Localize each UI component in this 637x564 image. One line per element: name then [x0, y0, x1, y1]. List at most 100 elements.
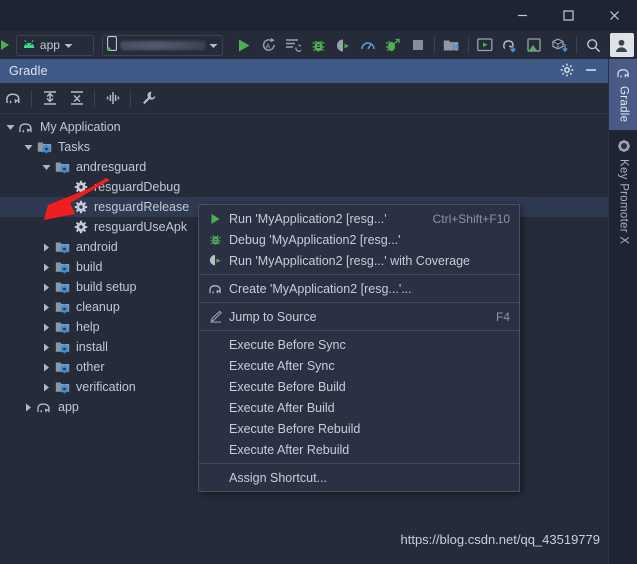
task-group-folder-icon [53, 257, 72, 277]
gear-task-icon [71, 197, 90, 217]
maximize-button[interactable] [545, 0, 591, 31]
chevron-down-icon[interactable] [209, 38, 218, 52]
toggle-offline-mode-button[interactable] [99, 83, 126, 113]
chevron-down-icon[interactable] [4, 117, 17, 137]
menu-item-label: Execute Before Rebuild [229, 421, 361, 436]
menu-item-assign-shortcut[interactable]: Assign Shortcut... [199, 467, 519, 488]
context-menu[interactable]: Run 'MyApplication2 [resg...' Ctrl+Shift… [198, 204, 520, 492]
search-icon[interactable] [581, 32, 606, 58]
collapse-all-button[interactable] [63, 83, 90, 113]
chevron-right-icon[interactable] [40, 257, 53, 277]
menu-separator [199, 302, 519, 303]
menu-item-shortcut: F4 [495, 309, 510, 324]
gradle-elephant-icon [35, 397, 54, 417]
panel-separator [94, 89, 95, 107]
menu-item-label: Execute After Build [229, 400, 335, 415]
gradle-panel-toolbar [0, 83, 608, 114]
chevron-right-icon[interactable] [40, 337, 53, 357]
menu-item-run[interactable]: Run 'MyApplication2 [resg...' Ctrl+Shift… [199, 208, 519, 229]
task-group-folder-icon [35, 137, 54, 157]
run-with-coverage-button[interactable] [331, 32, 356, 58]
task-group-folder-icon [53, 277, 72, 297]
menu-separator [199, 463, 519, 464]
menu-item-execute-after-build[interactable]: Execute After Build [199, 397, 519, 418]
menu-separator [199, 274, 519, 275]
menu-item-create[interactable]: Create 'MyApplication2 [resg...'... [199, 278, 519, 299]
chevron-right-icon[interactable] [22, 397, 35, 417]
menu-item-execute-after-sync[interactable]: Execute After Sync [199, 355, 519, 376]
tool-tab-label: Key Promoter X [617, 159, 630, 245]
menu-item-shortcut: Ctrl+Shift+F10 [432, 211, 510, 226]
apk-download-button[interactable] [547, 32, 572, 58]
gear-task-icon [71, 177, 90, 197]
gear-icon[interactable] [560, 63, 574, 80]
sync-gradle-button[interactable] [498, 32, 523, 58]
panel-separator [130, 89, 131, 107]
menu-item-label: Execute Before Sync [229, 337, 346, 352]
menu-item-execute-before-build[interactable]: Execute Before Build [199, 376, 519, 397]
sdk-manager-button[interactable] [439, 32, 464, 58]
menu-item-debug[interactable]: Debug 'MyApplication2 [resg...' [199, 229, 519, 250]
chevron-down-icon[interactable] [64, 38, 73, 52]
account-button[interactable] [610, 33, 634, 57]
menu-item-run-with-coverage[interactable]: Run 'MyApplication2 [resg...' with Cover… [199, 250, 519, 271]
chevron-right-icon[interactable] [40, 317, 53, 337]
task-group-folder-icon [53, 377, 72, 397]
expand-all-button[interactable] [36, 83, 63, 113]
menu-item-jump-to-source[interactable]: Jump to Source F4 [199, 306, 519, 327]
tool-tab-gradle[interactable]: Gradle [609, 59, 637, 131]
watermark-text: https://blog.csdn.net/qq_43519779 [400, 532, 601, 547]
coverage-icon [205, 250, 226, 271]
task-group-folder-icon [53, 337, 72, 357]
avd-manager-button[interactable] [473, 32, 498, 58]
gradle-elephant-icon [205, 278, 226, 299]
tree-node-label: andresguard [76, 160, 147, 174]
tree-node-tasks[interactable]: Tasks [0, 137, 608, 157]
profiler-button[interactable] [355, 32, 380, 58]
menu-item-execute-before-rebuild[interactable]: Execute Before Rebuild [199, 418, 519, 439]
attach-debugger-button[interactable] [380, 32, 405, 58]
chevron-down-icon[interactable] [22, 137, 35, 157]
chevron-right-icon[interactable] [40, 237, 53, 257]
minimize-button[interactable] [499, 0, 545, 31]
wrench-icon[interactable] [135, 83, 162, 113]
chevron-right-icon[interactable] [40, 297, 53, 317]
hide-tool-window-button[interactable] [584, 63, 598, 80]
tree-node-label: resguardDebug [94, 180, 181, 194]
toolbar-left-edge-icon[interactable] [0, 38, 14, 52]
tree-node-my-application[interactable]: My Application [0, 117, 608, 137]
window-title-bar [0, 0, 637, 31]
tree-node-andresguard[interactable]: andresguard [0, 157, 608, 177]
device-selector[interactable] [101, 34, 224, 56]
tree-node-label: My Application [40, 120, 121, 134]
menu-item-label: Assign Shortcut... [229, 470, 327, 485]
stop-button[interactable] [405, 32, 430, 58]
tool-tab-key-promoter-x[interactable]: Key Promoter X [609, 130, 637, 252]
run-icon [205, 208, 226, 229]
menu-item-execute-after-rebuild[interactable]: Execute After Rebuild [199, 439, 519, 460]
tree-node-label: app [58, 400, 79, 414]
run-button[interactable] [231, 32, 256, 58]
close-button[interactable] [591, 0, 637, 31]
sync-all-gradle-projects-button[interactable] [0, 83, 27, 113]
apply-code-changes-button[interactable] [281, 32, 306, 58]
edit-pencil-icon [205, 306, 226, 327]
debug-button[interactable] [306, 32, 331, 58]
chevron-right-icon[interactable] [40, 277, 53, 297]
tree-node-label: build [76, 260, 103, 274]
tree-node-resguarddebug[interactable]: resguardDebug [0, 177, 608, 197]
device-name-value [119, 40, 207, 50]
gradle-tool-window-header: Gradle [0, 59, 608, 83]
gradle-elephant-icon [616, 65, 632, 81]
chevron-right-icon[interactable] [40, 357, 53, 377]
toolbar-separator [467, 36, 469, 54]
toolbar-separator [576, 36, 578, 54]
chevron-down-icon[interactable] [40, 157, 53, 177]
apply-changes-button[interactable]: A [256, 32, 281, 58]
menu-item-execute-before-sync[interactable]: Execute Before Sync [199, 334, 519, 355]
run-configuration-selector[interactable]: app [15, 34, 94, 56]
tree-node-label: android [76, 240, 118, 254]
chevron-right-icon[interactable] [40, 377, 53, 397]
layout-inspector-button[interactable] [523, 32, 548, 58]
menu-item-label: Execute After Sync [229, 358, 335, 373]
